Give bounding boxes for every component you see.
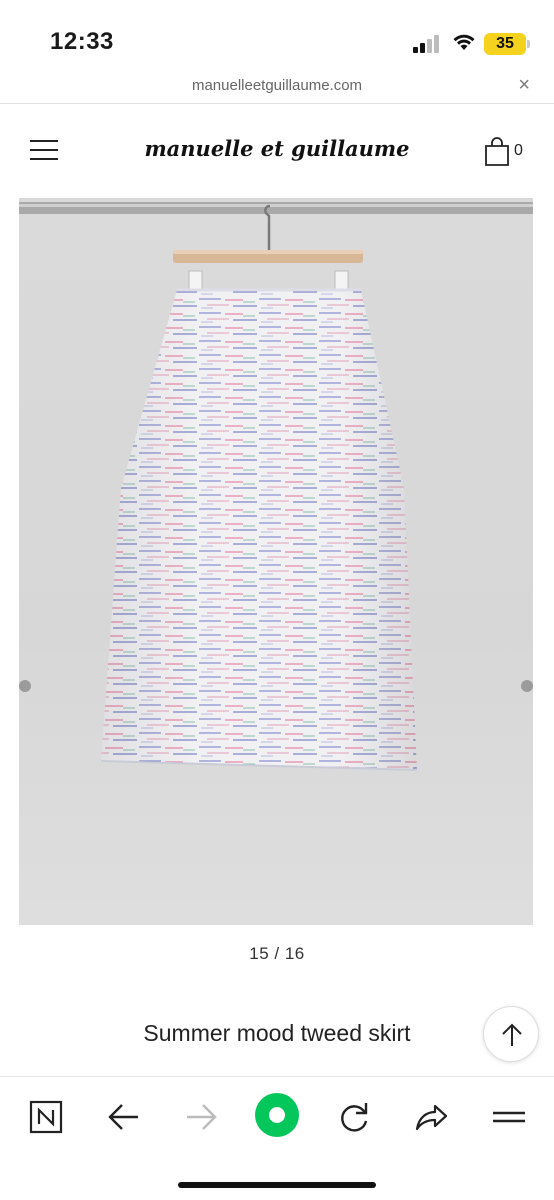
close-icon[interactable]: × xyxy=(518,74,530,97)
green-dot-button[interactable] xyxy=(253,1091,301,1139)
cart-count: 0 xyxy=(514,142,523,159)
forward-button[interactable] xyxy=(177,1093,225,1141)
cellular-signal-icon xyxy=(413,33,443,53)
naver-n-icon xyxy=(29,1100,63,1134)
menu-icon xyxy=(493,1111,525,1123)
arrow-left-icon xyxy=(108,1104,138,1130)
status-time: 12:33 xyxy=(50,28,114,55)
green-dot-icon xyxy=(255,1093,299,1137)
image-counter: 15 / 16 xyxy=(249,944,305,963)
menu-button[interactable] xyxy=(485,1093,533,1141)
share-icon xyxy=(415,1104,448,1131)
home-indicator xyxy=(178,1182,376,1188)
scroll-to-top-button[interactable] xyxy=(483,1006,539,1062)
back-button[interactable] xyxy=(100,1093,148,1141)
share-button[interactable] xyxy=(407,1093,455,1141)
wifi-icon xyxy=(453,34,475,50)
brand-logo[interactable]: manuelle et guillaume xyxy=(0,136,554,161)
product-image[interactable] xyxy=(19,198,533,925)
battery-indicator: 35 xyxy=(484,33,530,55)
url-text[interactable]: manuelleetguillaume.com xyxy=(0,77,554,94)
reload-icon xyxy=(341,1103,368,1132)
reload-button[interactable] xyxy=(330,1093,378,1141)
status-bar: 12:33 35 xyxy=(0,0,554,66)
url-bar[interactable]: manuelleetguillaume.com × xyxy=(0,66,554,104)
site-header: manuelle et guillaume 0 xyxy=(0,104,554,198)
arrow-up-icon xyxy=(502,1023,522,1046)
product-title: Summer mood tweed skirt xyxy=(143,1020,411,1046)
naver-home-button[interactable] xyxy=(22,1093,70,1141)
arrow-right-icon xyxy=(187,1104,217,1130)
shopping-bag-icon xyxy=(485,137,509,166)
skirt-photo xyxy=(19,202,533,771)
cart-button[interactable]: 0 xyxy=(484,137,534,167)
